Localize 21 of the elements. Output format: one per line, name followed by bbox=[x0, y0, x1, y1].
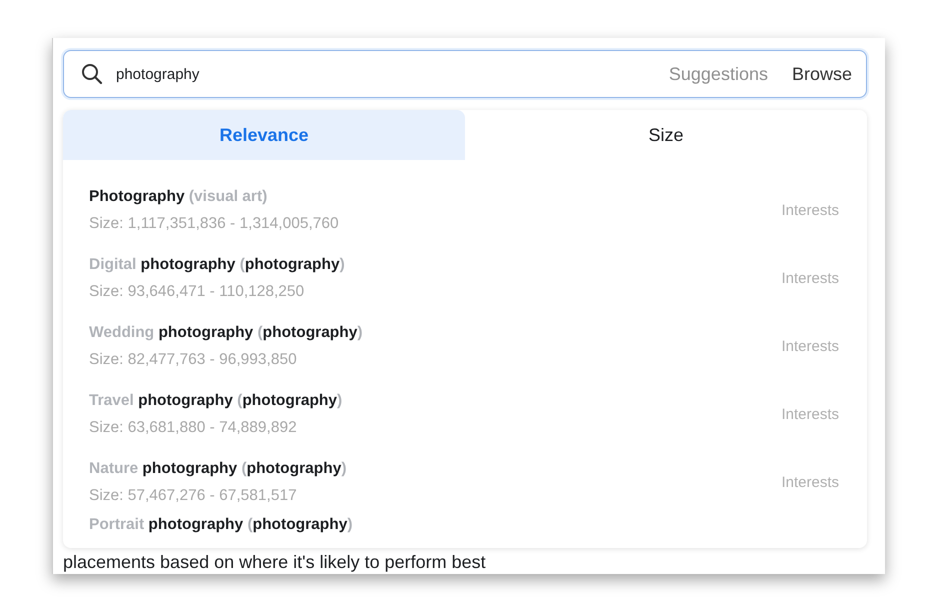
search-field[interactable]: photography Suggestions Browse bbox=[63, 50, 867, 98]
sort-tab[interactable]: Relevance bbox=[63, 110, 465, 160]
search-icon bbox=[80, 62, 104, 86]
search-mode-toggle[interactable]: Browse bbox=[780, 64, 852, 84]
category-label: Interests bbox=[781, 474, 839, 490]
category-label: Interests bbox=[781, 270, 839, 286]
audience-size: Size: 1,117,351,836 - 1,314,005,760 bbox=[89, 214, 339, 232]
result-title[interactable]: Digital photography (photography) bbox=[89, 256, 345, 274]
result-title[interactable]: Photography (visual art) bbox=[89, 188, 268, 206]
result-title[interactable]: Portrait photography (photography) bbox=[89, 516, 353, 534]
result-title[interactable]: Nature photography (photography) bbox=[89, 460, 346, 478]
audience-size: Size: 57,467,276 - 67,581,517 bbox=[89, 486, 297, 504]
result-title[interactable]: Wedding photography (photography) bbox=[89, 324, 363, 342]
result-title[interactable]: Travel photography (photography) bbox=[89, 392, 342, 410]
audience-size: Size: 63,681,880 - 74,889,892 bbox=[89, 418, 297, 436]
category-label: Interests bbox=[781, 406, 839, 422]
audience-size: Size: 82,477,763 - 96,993,850 bbox=[89, 350, 297, 368]
category-label: Interests bbox=[781, 202, 839, 218]
audience-size: Size: 93,646,471 - 110,128,250 bbox=[89, 282, 304, 300]
background-text: placements based on where it's likely to perform best bbox=[63, 552, 487, 573]
category-label: Interests bbox=[781, 338, 839, 354]
